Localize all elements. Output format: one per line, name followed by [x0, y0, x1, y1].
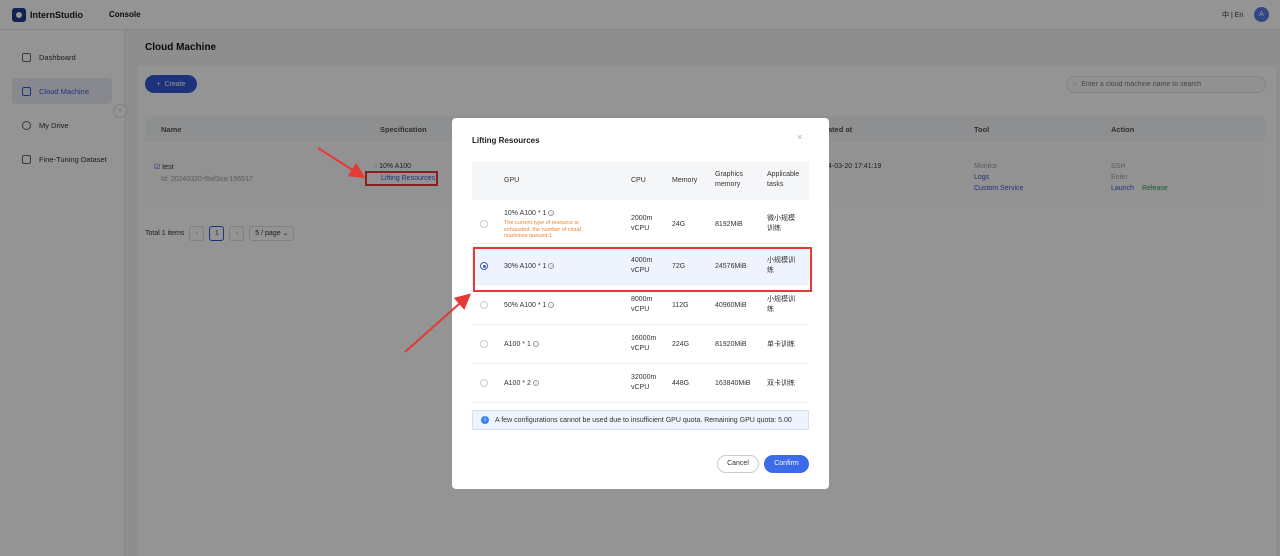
- cpu-value: 32000m vCPU: [631, 374, 657, 391]
- help-icon: ?: [532, 341, 539, 348]
- resource-table-header: GPU CPU Memory Graphics memory Applicable…: [472, 162, 809, 200]
- lifting-resources-modal: Lifting Resources × GPU CPU Memory Graph…: [452, 118, 829, 489]
- gpu-option-label: 50% A100 * 1?: [504, 302, 555, 309]
- cpu-value: 16000m vCPU: [631, 335, 657, 352]
- annotation-selection-box: [473, 247, 812, 292]
- applicable-task-value: 双卡训练: [767, 380, 795, 387]
- help-icon: ?: [532, 380, 539, 387]
- quota-info-text: A few configurations cannot be used due …: [495, 416, 792, 424]
- memory-value: 24G: [672, 221, 686, 228]
- header-applicable-tasks: Applicable tasks: [767, 171, 800, 188]
- quota-info-alert: i A few configurations cannot be used du…: [472, 410, 809, 430]
- resource-row[interactable]: 10% A100 * 1? The current type of resour…: [472, 205, 809, 244]
- modal-title: Lifting Resources: [472, 136, 540, 145]
- resource-radio[interactable]: [480, 379, 488, 387]
- header-gpu: GPU: [504, 177, 520, 184]
- cancel-button[interactable]: Cancel: [717, 455, 759, 473]
- gpu-option-label: A100 * 2?: [504, 380, 539, 387]
- graphics-memory-value: 40960MiB: [715, 302, 747, 309]
- gpu-option-label: A100 * 1?: [504, 341, 539, 348]
- confirm-button[interactable]: Confirm: [764, 455, 809, 473]
- gpu-option-label: 10% A100 * 1?: [504, 210, 555, 217]
- applicable-task-value: 微小规模 训练: [767, 215, 795, 232]
- cpu-value: 2000m vCPU: [631, 215, 653, 232]
- resource-row[interactable]: A100 * 1? 16000m vCPU 224G 81920MiB 单卡训练: [472, 325, 809, 364]
- help-icon: ?: [548, 302, 555, 309]
- info-icon: i: [481, 416, 489, 424]
- header-memory: Memory: [672, 177, 698, 184]
- help-icon: ?: [548, 210, 555, 217]
- cpu-value: 8000m vCPU: [631, 296, 653, 313]
- applicable-task-value: 单卡训练: [767, 341, 795, 348]
- graphics-memory-value: 8192MiB: [715, 221, 743, 228]
- resource-radio[interactable]: [480, 301, 488, 309]
- memory-value: 448G: [672, 380, 690, 387]
- applicable-task-value: 小规模训练: [767, 296, 795, 313]
- close-icon[interactable]: ×: [797, 132, 802, 142]
- resource-radio[interactable]: [480, 340, 488, 348]
- graphics-memory-value: 81920MiB: [715, 341, 747, 348]
- graphics-memory-value: 163840MiB: [715, 380, 751, 387]
- resource-radio[interactable]: [480, 220, 488, 228]
- memory-value: 224G: [672, 341, 690, 348]
- memory-value: 112G: [672, 302, 689, 309]
- resource-row[interactable]: A100 * 2? 32000m vCPU 448G 163840MiB 双卡训练: [472, 364, 809, 403]
- exhausted-warning: The current type of resource is exhauste…: [504, 220, 582, 239]
- header-graphics-memory: Graphics memory: [715, 171, 744, 188]
- header-cpu: CPU: [631, 177, 646, 184]
